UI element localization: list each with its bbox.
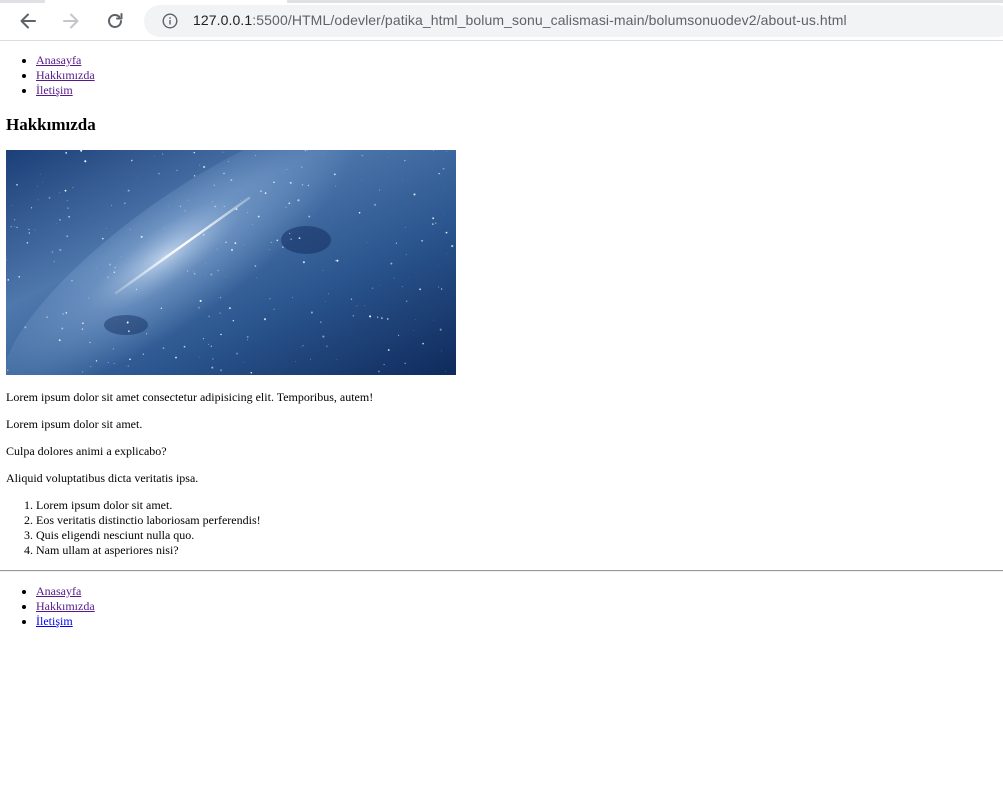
nav-link-hakkimizda[interactable]: Hakkımızda	[36, 68, 95, 82]
footer-link-iletisim[interactable]: İletişim	[36, 614, 73, 628]
reload-icon[interactable]	[102, 8, 128, 34]
tab-strip	[0, 0, 1003, 3]
starry-sky-image	[6, 150, 456, 375]
paragraph: Lorem ipsum dolor sit amet.	[6, 417, 143, 431]
footer: Anasayfa Hakkımızda İletişim	[0, 584, 1003, 629]
list-item: Lorem ipsum dolor sit amet.	[36, 498, 997, 513]
nav-item-iletisim: İletişim	[36, 83, 997, 98]
list-item: Quis eligendi nesciunt nulla quo.	[36, 528, 997, 543]
list-item: Nam ullam at asperiores nisi?	[36, 543, 997, 558]
url-host: 127.0.0.1	[193, 12, 253, 28]
browser-toolbar: 127.0.0.1:5500/HTML/odevler/patika_html_…	[0, 0, 1003, 41]
footer-nav-item-hakkimizda: Hakkımızda	[36, 599, 997, 614]
footer-nav: Anasayfa Hakkımızda İletişim	[6, 584, 997, 629]
nav-item-anasayfa: Anasayfa	[36, 53, 997, 68]
list-item: Eos veritatis distinctio laboriosam perf…	[36, 513, 997, 528]
nav-link-iletisim[interactable]: İletişim	[36, 83, 73, 97]
forward-arrow-icon[interactable]	[58, 8, 84, 34]
url-path: :5500/HTML/odevler/patika_html_bolum_son…	[252, 12, 847, 28]
paragraph: Lorem ipsum dolor sit amet consectetur a…	[6, 390, 374, 404]
divider	[0, 570, 1003, 572]
nav-item-hakkimizda: Hakkımızda	[36, 68, 997, 83]
footer-link-anasayfa[interactable]: Anasayfa	[36, 584, 81, 598]
footer-link-hakkimizda[interactable]: Hakkımızda	[36, 599, 95, 613]
ordered-list: Lorem ipsum dolor sit amet. Eos veritati…	[6, 498, 997, 558]
active-tab[interactable]	[45, 0, 287, 3]
footer-nav-item-iletisim: İletişim	[36, 614, 997, 629]
address-bar[interactable]: 127.0.0.1:5500/HTML/odevler/patika_html_…	[144, 5, 1003, 37]
page-content: Anasayfa Hakkımızda İletişim Hakkımızda	[0, 53, 1003, 558]
top-nav: Anasayfa Hakkımızda İletişim	[6, 53, 997, 98]
back-arrow-icon[interactable]	[15, 8, 41, 34]
footer-nav-item-anasayfa: Anasayfa	[36, 584, 997, 599]
page-title: Hakkımızda	[6, 115, 96, 134]
url-text[interactable]: 127.0.0.1:5500/HTML/odevler/patika_html_…	[193, 12, 847, 28]
nav-link-anasayfa[interactable]: Anasayfa	[36, 53, 81, 67]
paragraph: Aliquid voluptatibus dicta veritatis ips…	[6, 471, 199, 485]
info-icon[interactable]	[162, 13, 178, 29]
paragraph: Culpa dolores animi a explicabo?	[6, 444, 167, 458]
